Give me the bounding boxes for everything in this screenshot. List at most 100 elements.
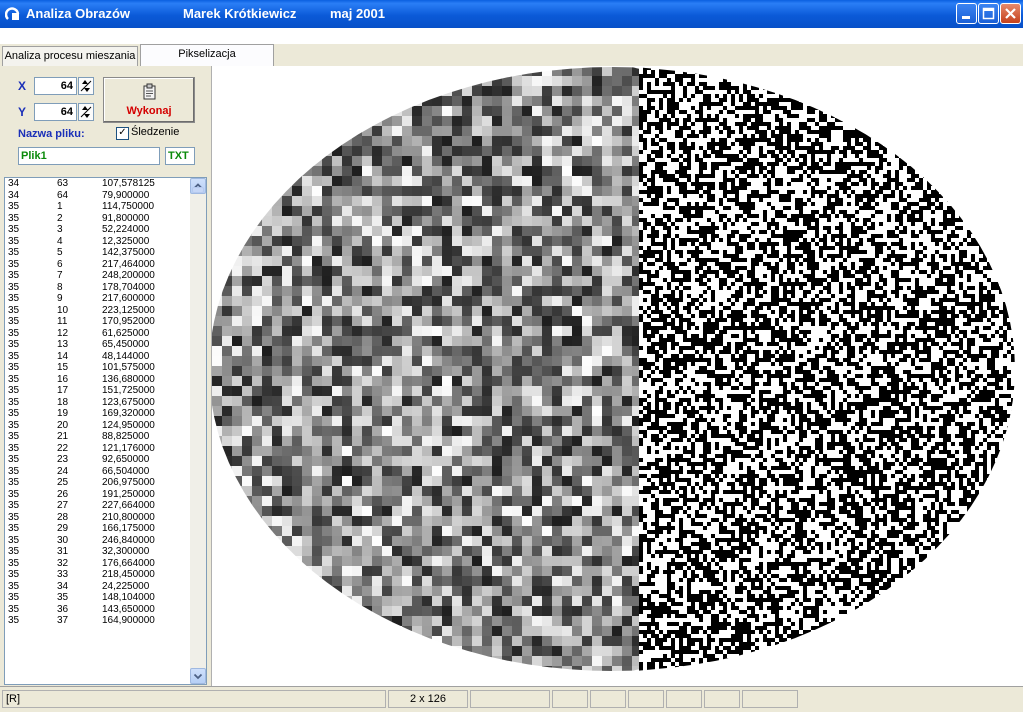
list-row[interactable]: 35 28 210,800000 <box>5 512 192 524</box>
list-row[interactable]: 35 20 124,950000 <box>5 420 192 432</box>
tracking-checkbox[interactable]: ✓ <box>116 127 129 140</box>
value-cell: 92,650000 <box>102 454 150 465</box>
col-index-cell: 63 <box>57 178 69 189</box>
list-row[interactable]: 35 12 61,625000 <box>5 328 192 340</box>
image-view[interactable] <box>212 66 1023 686</box>
list-row[interactable]: 35 3 52,224000 <box>5 224 192 236</box>
list-row[interactable]: 35 16 136,680000 <box>5 374 192 386</box>
list-row[interactable]: 35 11 170,952000 <box>5 316 192 328</box>
list-row[interactable]: 35 5 142,375000 <box>5 247 192 259</box>
list-row[interactable]: 35 31 32,300000 <box>5 546 192 558</box>
row-index-cell: 35 <box>8 603 20 615</box>
row-index-cell: 35 <box>8 465 20 477</box>
value-cell: 61,625000 <box>102 327 150 339</box>
list-row[interactable]: 35 27 227,664000 <box>5 500 192 512</box>
list-row[interactable]: 35 6 217,464000 <box>5 259 192 271</box>
value-cell: 164,900000 <box>102 615 155 626</box>
list-row[interactable]: 35 1 114,750000 <box>5 201 192 213</box>
list-row[interactable]: 35 9 217,600000 <box>5 293 192 305</box>
x-spin-arrows[interactable] <box>78 77 94 95</box>
list-row[interactable]: 35 14 48,144000 <box>5 351 192 363</box>
list-row[interactable]: 35 32 176,664000 <box>5 558 192 570</box>
list-row[interactable]: 35 26 191,250000 <box>5 489 192 501</box>
list-row[interactable]: 35 18 123,675000 <box>5 397 192 409</box>
y-spin-arrows[interactable] <box>78 103 94 121</box>
tab-pixelization[interactable]: Pikselizacja <box>140 44 274 66</box>
value-cell: 218,450000 <box>102 569 155 580</box>
col-index-cell: 29 <box>57 523 69 534</box>
extension-input[interactable]: TXT <box>165 147 195 165</box>
col-index-cell: 64 <box>57 189 69 201</box>
filename-label: Nazwa pliku: <box>18 128 85 140</box>
status-segment-6 <box>628 690 664 708</box>
row-index-cell: 35 <box>8 419 20 431</box>
tab-mixing-analysis[interactable]: Analiza procesu mieszania <box>2 46 138 66</box>
list-row[interactable]: 35 37 164,900000 <box>5 615 192 627</box>
execute-button[interactable]: Wykonaj <box>103 77 195 123</box>
list-row[interactable]: 35 25 206,975000 <box>5 477 192 489</box>
col-index-cell: 27 <box>57 500 69 511</box>
results-list[interactable]: 34 63 107,578125 34 64 79,900000 35 1 114,750000… <box>4 177 207 685</box>
list-row[interactable]: 35 19 169,320000 <box>5 408 192 420</box>
list-row[interactable]: 35 7 248,200000 <box>5 270 192 282</box>
status-mode: [R] <box>2 690 386 708</box>
col-index-cell: 32 <box>57 557 69 569</box>
maximize-button[interactable] <box>978 3 999 24</box>
list-row[interactable]: 35 13 65,450000 <box>5 339 192 351</box>
col-index-cell: 7 <box>57 270 63 281</box>
list-row[interactable]: 35 36 143,650000 <box>5 604 192 616</box>
list-row[interactable]: 35 34 24,225000 <box>5 581 192 593</box>
list-row[interactable]: 35 33 218,450000 <box>5 569 192 581</box>
menu-band <box>0 28 1023 44</box>
list-row[interactable]: 35 29 166,175000 <box>5 523 192 535</box>
col-index-cell: 3 <box>57 224 63 235</box>
value-cell: 248,200000 <box>102 270 155 281</box>
row-index-cell: 35 <box>8 546 20 557</box>
col-index-cell: 4 <box>57 235 63 247</box>
col-index-cell: 31 <box>57 546 69 557</box>
filename-input[interactable]: Plik1 <box>18 147 160 165</box>
list-row[interactable]: 35 24 66,504000 <box>5 466 192 478</box>
scroll-down-button[interactable] <box>190 668 206 684</box>
col-index-cell: 20 <box>57 419 69 431</box>
vertical-scrollbar[interactable] <box>190 178 206 684</box>
x-input[interactable]: 64 <box>34 77 77 95</box>
status-segment-7 <box>666 690 702 708</box>
close-icon <box>1005 8 1016 19</box>
list-row[interactable]: 35 10 223,125000 <box>5 305 192 317</box>
value-cell: 176,664000 <box>102 557 155 569</box>
col-index-cell: 14 <box>57 350 69 362</box>
list-row[interactable]: 34 64 79,900000 <box>5 190 192 202</box>
value-cell: 66,504000 <box>102 465 150 477</box>
x-spinner[interactable]: 64 <box>34 77 94 95</box>
list-row[interactable]: 35 23 92,650000 <box>5 454 192 466</box>
scroll-thumb[interactable] <box>192 187 204 193</box>
list-row[interactable]: 35 22 121,176000 <box>5 443 192 455</box>
list-row[interactable]: 35 2 91,800000 <box>5 213 192 225</box>
list-row[interactable]: 35 15 101,575000 <box>5 362 192 374</box>
list-row[interactable]: 35 21 88,825000 <box>5 431 192 443</box>
row-index-cell: 35 <box>8 201 20 212</box>
minimize-button[interactable] <box>956 3 977 24</box>
list-row[interactable]: 35 30 246,840000 <box>5 535 192 547</box>
y-spinner[interactable]: 64 <box>34 103 94 121</box>
value-cell: 206,975000 <box>102 477 155 488</box>
list-row[interactable]: 35 35 148,104000 <box>5 592 192 604</box>
close-button[interactable] <box>1000 3 1021 24</box>
value-cell: 107,578125 <box>102 178 155 189</box>
list-row[interactable]: 35 8 178,704000 <box>5 282 192 294</box>
value-cell: 166,175000 <box>102 523 155 534</box>
list-row[interactable]: 34 63 107,578125 <box>5 178 192 190</box>
list-row[interactable]: 35 4 12,325000 <box>5 236 192 248</box>
y-input[interactable]: 64 <box>34 103 77 121</box>
author-name: Marek Krótkiewicz <box>183 6 297 21</box>
value-cell: 148,104000 <box>102 592 155 603</box>
row-index-cell: 35 <box>8 488 20 500</box>
row-index-cell: 35 <box>8 362 20 373</box>
list-row[interactable]: 35 17 151,725000 <box>5 385 192 397</box>
minimize-icon <box>962 16 970 19</box>
execute-icon <box>143 83 156 100</box>
col-index-cell: 26 <box>57 488 69 500</box>
app-title: Analiza Obrazów <box>26 6 131 21</box>
row-index-cell: 35 <box>8 580 20 592</box>
